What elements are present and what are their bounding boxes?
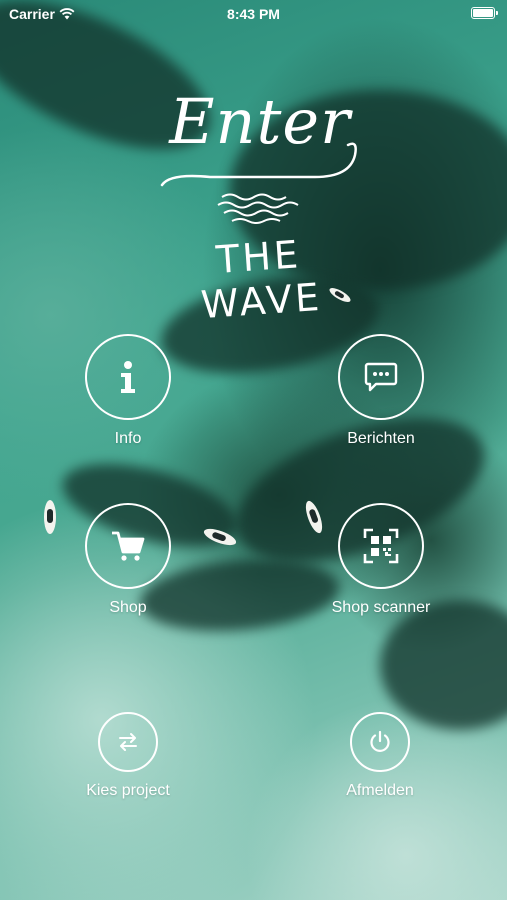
info-icon [121, 361, 135, 393]
info-button[interactable]: Info [85, 334, 171, 448]
logout-button[interactable]: Afmelden [335, 712, 425, 800]
shop-label: Shop [109, 599, 147, 616]
logo-subtitle: THE WAVE [199, 232, 324, 328]
messages-button[interactable]: Berichten [338, 334, 424, 448]
shop-button[interactable]: Shop [85, 503, 171, 617]
status-bar: Carrier 8:43 PM [0, 0, 507, 28]
info-label: Info [114, 430, 142, 447]
status-time: 8:43 PM [227, 6, 280, 22]
shop-scanner-button[interactable]: Shop scanner [322, 503, 440, 617]
chat-icon [364, 362, 398, 392]
cart-icon [112, 531, 145, 561]
power-icon [370, 730, 390, 752]
swap-arrows-icon [119, 733, 137, 751]
choose-project-button[interactable]: Kies project [78, 712, 178, 800]
enter-the-wave-logo: Enter THE WAVE [150, 85, 370, 327]
logout-label: Afmelden [346, 782, 414, 799]
choose-project-label: Kies project [86, 782, 170, 799]
battery-icon [471, 7, 498, 19]
shop-scanner-label: Shop scanner [331, 599, 431, 616]
qr-scan-icon [363, 528, 399, 564]
messages-label: Berichten [347, 430, 415, 447]
